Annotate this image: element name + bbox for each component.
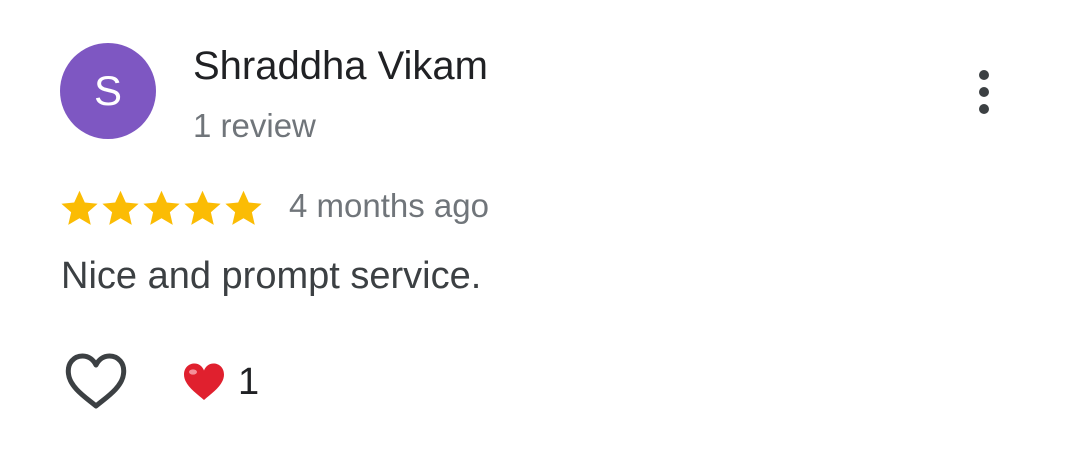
star-icon (225, 190, 262, 225)
avatar-initial: S (93, 67, 122, 114)
star-icon (61, 190, 98, 225)
star-icon (143, 190, 180, 225)
star-icon (102, 190, 139, 225)
review-date: 4 months ago (289, 187, 489, 224)
review-text: Nice and prompt service. (61, 255, 482, 297)
red-heart-emoji (184, 363, 224, 400)
reviewer-name[interactable]: Shraddha Vikam (193, 42, 488, 90)
reactions[interactable]: 1 (182, 360, 259, 404)
like-button[interactable] (62, 350, 130, 412)
star-icon (184, 190, 221, 225)
review-card: S Shraddha Vikam 1 review 4 months ago N… (0, 0, 1080, 473)
avatar[interactable]: S (60, 43, 156, 139)
more-vertical-icon (979, 70, 989, 80)
reaction-count: 1 (238, 361, 260, 403)
more-options-button[interactable] (960, 62, 1008, 122)
reviewer-review-count[interactable]: 1 review (193, 106, 316, 146)
star-rating (59, 186, 264, 230)
heart-outline-icon (65, 353, 127, 409)
